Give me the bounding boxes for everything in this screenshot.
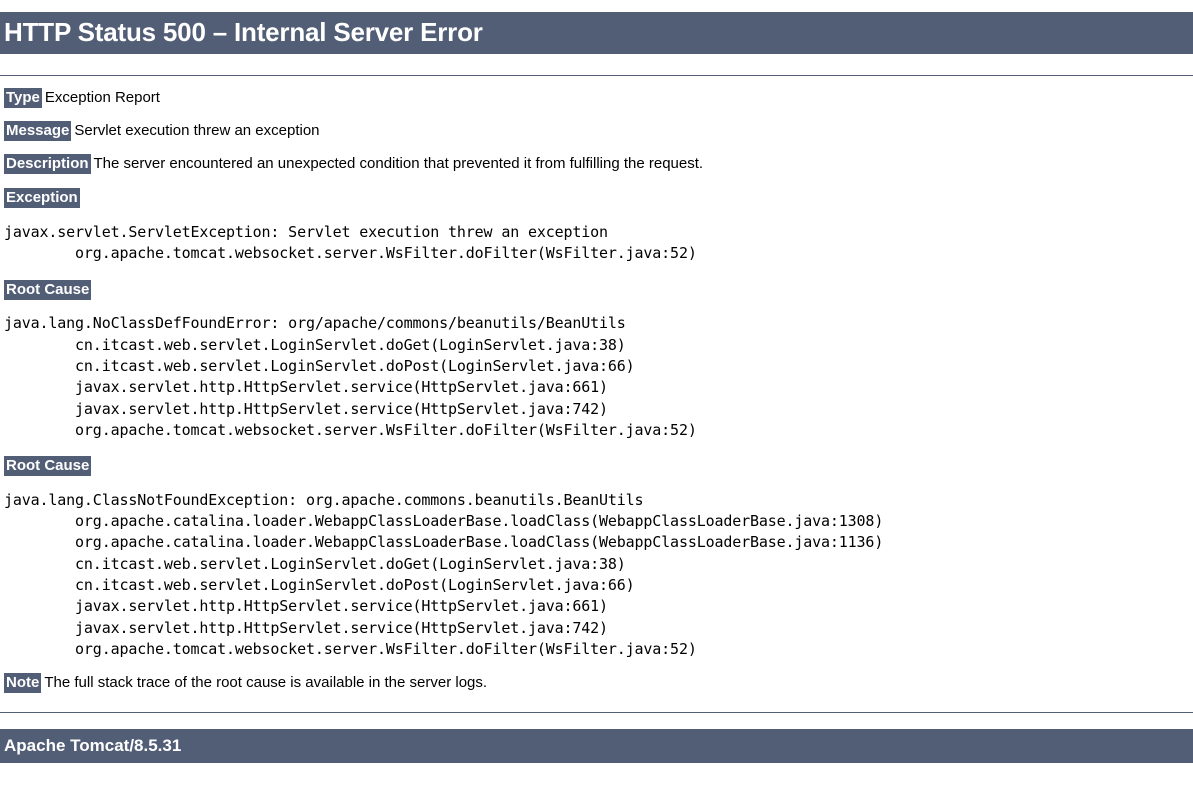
- note-value: The full stack trace of the root cause i…: [44, 674, 488, 692]
- exception-heading-row: Exception: [4, 188, 1189, 209]
- exception-heading: Exception: [4, 188, 80, 209]
- message-value: Servlet execution threw an exception: [74, 121, 320, 139]
- root-cause-1-heading-row: Root Cause: [4, 279, 1189, 300]
- description-label: Description: [4, 153, 91, 174]
- root-cause-heading: Root Cause: [4, 456, 92, 477]
- note-row: Note The full stack trace of the root cau…: [4, 673, 1189, 694]
- description-value: The server encountered an unexpected con…: [93, 154, 704, 172]
- exception-stack-trace: javax.servlet.ServletException: Servlet …: [4, 223, 697, 263]
- root-cause-2-heading-row: Root Cause: [4, 456, 1189, 477]
- footer-divider: [0, 712, 1193, 713]
- header-divider: [0, 75, 1193, 76]
- root-cause-1-stack-trace: java.lang.NoClassDefFoundError: org/apac…: [4, 314, 697, 439]
- message-label: Message: [4, 120, 72, 141]
- error-report-body: Type Exception Report Message Servlet exec…: [0, 88, 1193, 694]
- type-row: Type Exception Report: [4, 88, 1189, 108]
- root-cause-2-stack-trace: java.lang.ClassNotFoundException: org.ap…: [4, 490, 884, 658]
- type-value: Exception Report: [44, 89, 160, 106]
- description-row: Description The server encountered an une…: [4, 153, 1189, 174]
- type-label: Type: [4, 88, 42, 108]
- message-row: Message Servlet execution threw an except…: [4, 120, 1189, 141]
- page-title: HTTP Status 500 – Internal Server Error: [0, 12, 1193, 54]
- server-signature: Apache Tomcat/8.5.31: [0, 729, 1193, 763]
- root-cause-heading: Root Cause: [4, 279, 92, 300]
- note-label: Note: [4, 673, 42, 694]
